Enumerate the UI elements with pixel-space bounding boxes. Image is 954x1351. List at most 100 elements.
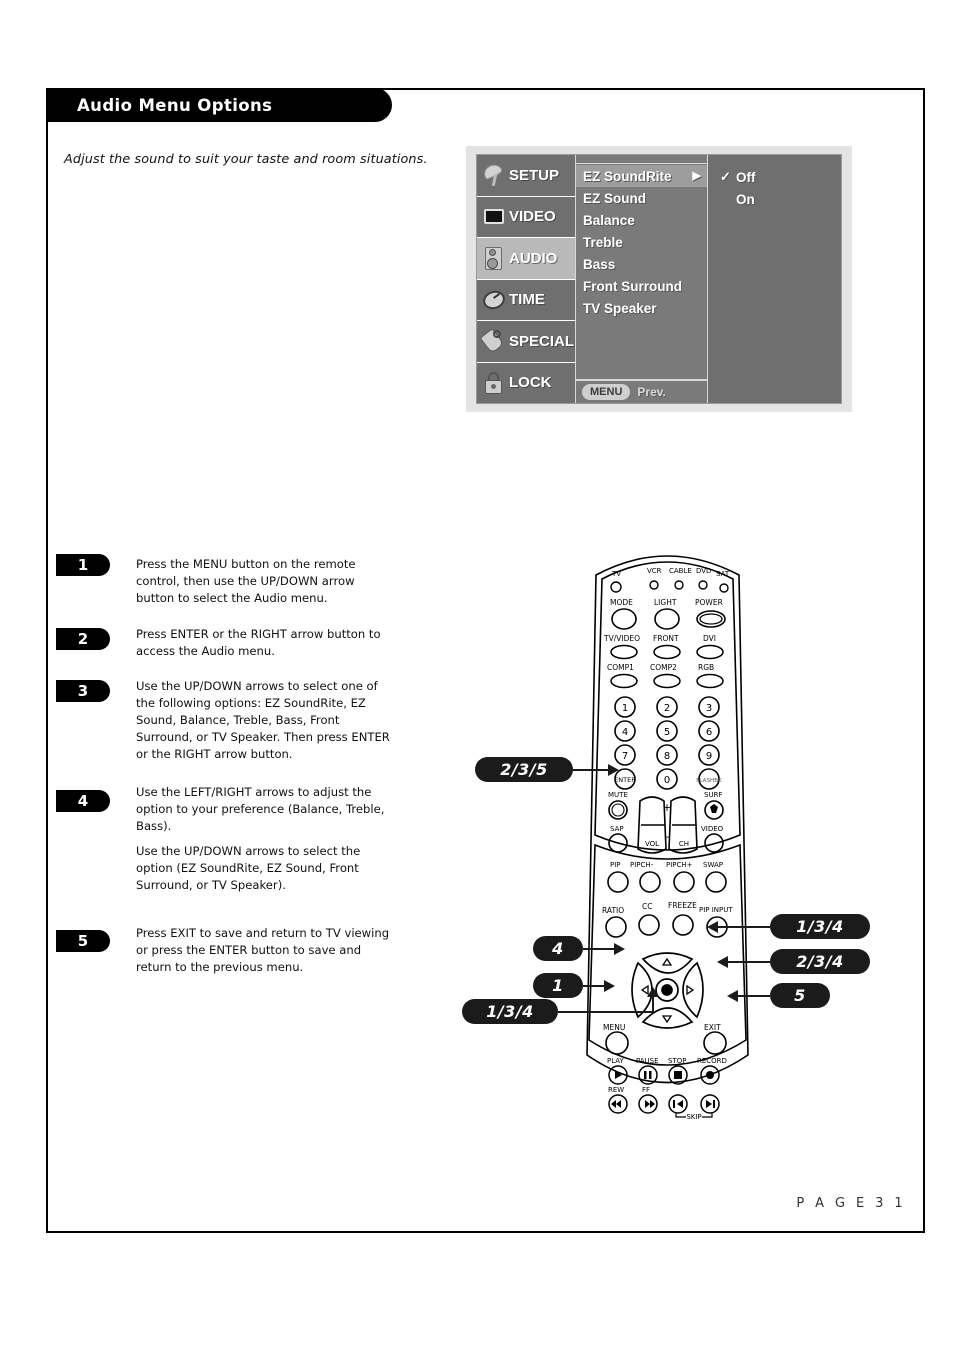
padlock-icon [481,370,507,396]
svg-text:+: + [662,801,671,814]
svg-text:MUTE: MUTE [608,791,628,799]
osd-menu-item-tv-speaker[interactable]: TV Speaker [576,297,707,319]
step-badge-5: 5 [56,930,110,952]
callout-arrow [717,956,728,968]
callout-up-arrow: 1/3/4 [770,914,870,939]
osd-sidebar-label: TIME [509,291,545,309]
callout-leader [573,769,611,771]
svg-text:4: 4 [622,727,628,738]
callout-play-row: 1/3/4 [462,999,558,1024]
osd-option-on[interactable]: On [708,188,841,210]
page-header-banner: Audio Menu Options [46,88,392,122]
svg-text:CABLE: CABLE [669,567,692,575]
osd-menu-item-ez-sound[interactable]: EZ Sound [576,187,707,209]
callout-arrow [727,990,738,1002]
page-title: Audio Menu Options [77,95,273,115]
svg-text:PAUSE: PAUSE [636,1057,659,1065]
svg-text:RECORD: RECORD [697,1057,727,1065]
step-text-2: Press ENTER or the RIGHT arrow button to… [136,627,381,658]
osd-menu-item-front-surround[interactable]: Front Surround [576,275,707,297]
speaker-icon [481,245,507,271]
svg-text:6: 6 [706,727,712,738]
step-text-4b: Use the UP/DOWN arrows to select the opt… [136,844,361,892]
svg-text:3: 3 [706,703,712,714]
step-text-1: Press the MENU button on the remote cont… [136,557,356,605]
step-text-5: Press EXIT to save and return to TV view… [136,926,390,974]
svg-text:RATIO: RATIO [602,906,624,915]
svg-text:VIDEO: VIDEO [701,825,724,833]
svg-text:PIP: PIP [610,861,621,869]
svg-text:TV: TV [611,570,621,578]
step-text-4: Use the LEFT/RIGHT arrows to adjust the … [136,785,385,833]
osd-menu-label: TV Speaker [583,300,657,316]
svg-text:LIGHT: LIGHT [654,598,677,607]
osd-option-label: Off [736,169,756,185]
osd-menu-list: EZ SoundRite ▶ EZ Sound Balance Treble B… [575,155,708,403]
chevron-right-icon: ▶ [692,169,701,182]
tv-osd-menu: SETUP VIDEO AUDIO TIME SPECIAL LOCK EZ S… [466,146,852,412]
osd-sidebar-item-setup[interactable]: SETUP [477,155,575,197]
callout-left-arrow: 4 [533,936,583,961]
svg-text:PIP INPUT: PIP INPUT [699,906,733,914]
callout-arrow [707,921,718,933]
callout-arrow [614,943,625,955]
svg-text:COMP2: COMP2 [650,663,677,672]
osd-sidebar: SETUP VIDEO AUDIO TIME SPECIAL LOCK [477,155,575,403]
svg-text:FF: FF [642,1086,650,1094]
svg-text:CC: CC [642,902,652,911]
svg-text:SKIP: SKIP [686,1113,701,1120]
callout-arrow [608,764,619,776]
svg-text:2: 2 [664,703,670,714]
step-text-3: Use the UP/DOWN arrows to select one of … [136,679,390,761]
osd-option-label: On [736,191,755,207]
svg-text:TV/VIDEO: TV/VIDEO [603,634,640,643]
callout-leader [652,996,654,1012]
callout-leader [728,961,770,963]
osd-menu-item-bass[interactable]: Bass [576,253,707,275]
svg-text:VCR: VCR [647,567,662,575]
callout-arrow [647,987,659,997]
callout-menu: 1 [533,973,583,998]
osd-footer-bar: MENU Prev. [576,379,707,403]
osd-option-off[interactable]: ✓ Off [708,166,841,188]
osd-sidebar-item-lock[interactable]: LOCK [477,363,575,404]
clock-icon [480,287,508,313]
osd-menu-item-balance[interactable]: Balance [576,209,707,231]
svg-text:SURF: SURF [704,791,722,799]
osd-menu-label: EZ SoundRite [583,168,672,184]
page-number: P A G E 3 1 [796,1196,906,1211]
osd-sidebar-item-special[interactable]: SPECIAL [477,321,575,363]
osd-menu-label: Front Surround [583,278,682,294]
svg-text:9: 9 [706,751,712,762]
osd-sidebar-item-time[interactable]: TIME [477,280,575,321]
svg-text:VOL: VOL [645,840,659,848]
intro-text: Adjust the sound to suit your taste and … [64,152,428,167]
svg-text:EXIT: EXIT [704,1023,721,1032]
svg-text:FRONT: FRONT [653,634,679,643]
svg-text:COMP1: COMP1 [607,663,634,672]
svg-text:POWER: POWER [695,598,723,607]
osd-sidebar-item-video[interactable]: VIDEO [477,197,575,238]
satellite-dish-icon [481,162,507,188]
svg-text:SAT: SAT [716,570,730,578]
svg-text:1: 1 [622,703,628,714]
svg-text:PIPCH+: PIPCH+ [666,861,693,869]
svg-text:DVI: DVI [703,634,716,643]
osd-menu-key[interactable]: MENU [582,384,631,400]
screen-icon [481,204,507,230]
svg-text:FREEZE: FREEZE [668,901,697,910]
check-icon: ✓ [720,169,731,184]
svg-text:PLAY: PLAY [607,1057,625,1065]
callout-enter: 2/3/5 [475,757,573,782]
osd-list-top-divider [576,155,707,164]
osd-menu-item-ez-soundrite[interactable]: EZ SoundRite ▶ [576,165,707,187]
svg-text:MODE: MODE [610,598,633,607]
svg-text:7: 7 [622,751,628,762]
svg-text:5: 5 [664,727,670,738]
osd-sidebar-item-audio[interactable]: AUDIO [477,238,575,280]
svg-text:RGB: RGB [698,663,714,672]
osd-menu-item-treble[interactable]: Treble [576,231,707,253]
svg-text:SAP: SAP [610,825,624,833]
svg-text:8: 8 [664,751,670,762]
svg-text:0: 0 [664,775,670,786]
